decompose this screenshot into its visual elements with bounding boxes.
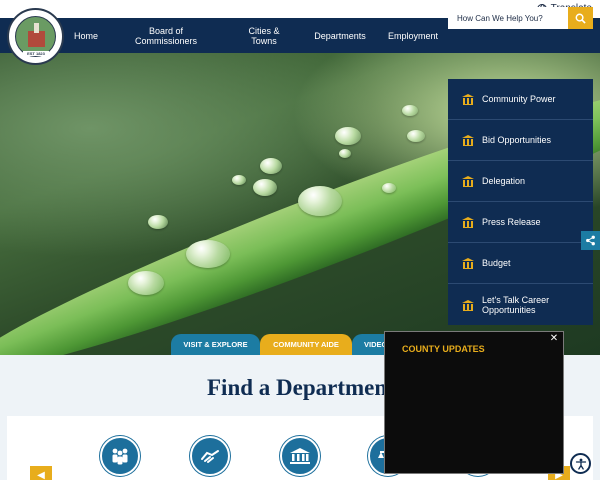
quick-link-delegation[interactable]: Delegation bbox=[448, 161, 593, 202]
handshake-icon[interactable] bbox=[190, 436, 230, 476]
quick-link-budget[interactable]: Budget bbox=[448, 243, 593, 284]
water-drop bbox=[335, 127, 361, 145]
quick-link-press-release[interactable]: Press Release bbox=[448, 202, 593, 243]
water-drop bbox=[402, 105, 418, 116]
quick-link-career-opportunities[interactable]: Let's Talk Career Opportunities bbox=[448, 284, 593, 325]
quick-link-label: Let's Talk Career Opportunities bbox=[482, 294, 550, 315]
nav-item-board-of-commissioners[interactable]: Board of Commissioners bbox=[130, 18, 202, 53]
find-department-heading: Find a Department bbox=[207, 375, 395, 400]
government-building-icon bbox=[462, 94, 474, 105]
water-drop bbox=[232, 175, 246, 185]
hand-glyph bbox=[201, 450, 219, 463]
close-icon[interactable]: ✕ bbox=[548, 333, 560, 345]
quick-link-label: Press Release bbox=[482, 217, 541, 227]
accessibility-button[interactable] bbox=[570, 453, 591, 474]
accessibility-icon bbox=[575, 458, 586, 470]
water-drop bbox=[148, 215, 168, 229]
arrow-left-icon: ◀ bbox=[37, 469, 45, 480]
quick-link-label: Community Power bbox=[482, 94, 556, 104]
quick-link-community-power[interactable]: Community Power bbox=[448, 79, 593, 120]
share-button[interactable] bbox=[581, 231, 600, 250]
water-drop bbox=[253, 179, 277, 196]
water-drop bbox=[298, 186, 342, 216]
government-building-icon bbox=[462, 135, 474, 146]
search-icon bbox=[575, 13, 586, 24]
government-building-icon bbox=[462, 258, 474, 269]
share-icon bbox=[586, 235, 595, 246]
search-input[interactable] bbox=[448, 7, 568, 29]
carousel-prev-button[interactable]: ◀ bbox=[30, 466, 52, 480]
county-logo[interactable]: EST 1823 bbox=[7, 8, 64, 65]
quick-link-bid-opportunities[interactable]: Bid Opportunities bbox=[448, 120, 593, 161]
nav-item-cities-towns[interactable]: Cities & Towns bbox=[240, 18, 288, 53]
government-building-icon bbox=[462, 299, 474, 311]
water-drop bbox=[382, 183, 396, 193]
courthouse-glyph bbox=[290, 448, 310, 464]
county-updates-popup: COUNTY UPDATES ✕ bbox=[384, 331, 564, 474]
tab-community-aide[interactable]: COMMUNITY AIDE bbox=[260, 334, 352, 355]
county-updates-title: COUNTY UPDATES bbox=[402, 344, 485, 354]
water-drop bbox=[260, 158, 282, 174]
quick-links-panel: Community Power Bid Opportunities Delega… bbox=[448, 79, 593, 325]
quick-link-label: Budget bbox=[482, 258, 511, 268]
water-drop bbox=[128, 271, 164, 295]
water-drop bbox=[407, 130, 425, 142]
government-building-icon bbox=[462, 217, 474, 228]
logo-established-text: EST 1823 bbox=[23, 51, 49, 56]
courthouse-icon[interactable] bbox=[280, 436, 320, 476]
quick-link-label: Delegation bbox=[482, 176, 526, 186]
community-icon[interactable] bbox=[100, 436, 140, 476]
water-drop bbox=[186, 240, 230, 268]
water-drop bbox=[339, 149, 351, 158]
tab-visit-explore[interactable]: VISIT & EXPLORE bbox=[171, 334, 260, 355]
search-button[interactable] bbox=[568, 7, 593, 29]
people-glyph bbox=[112, 448, 128, 465]
nav-item-home[interactable]: Home bbox=[70, 18, 102, 53]
government-building-icon bbox=[462, 176, 474, 187]
nav-item-employment[interactable]: Employment bbox=[384, 18, 442, 53]
quick-link-label: Bid Opportunities bbox=[482, 135, 552, 145]
nav-item-departments[interactable]: Departments bbox=[309, 18, 371, 53]
